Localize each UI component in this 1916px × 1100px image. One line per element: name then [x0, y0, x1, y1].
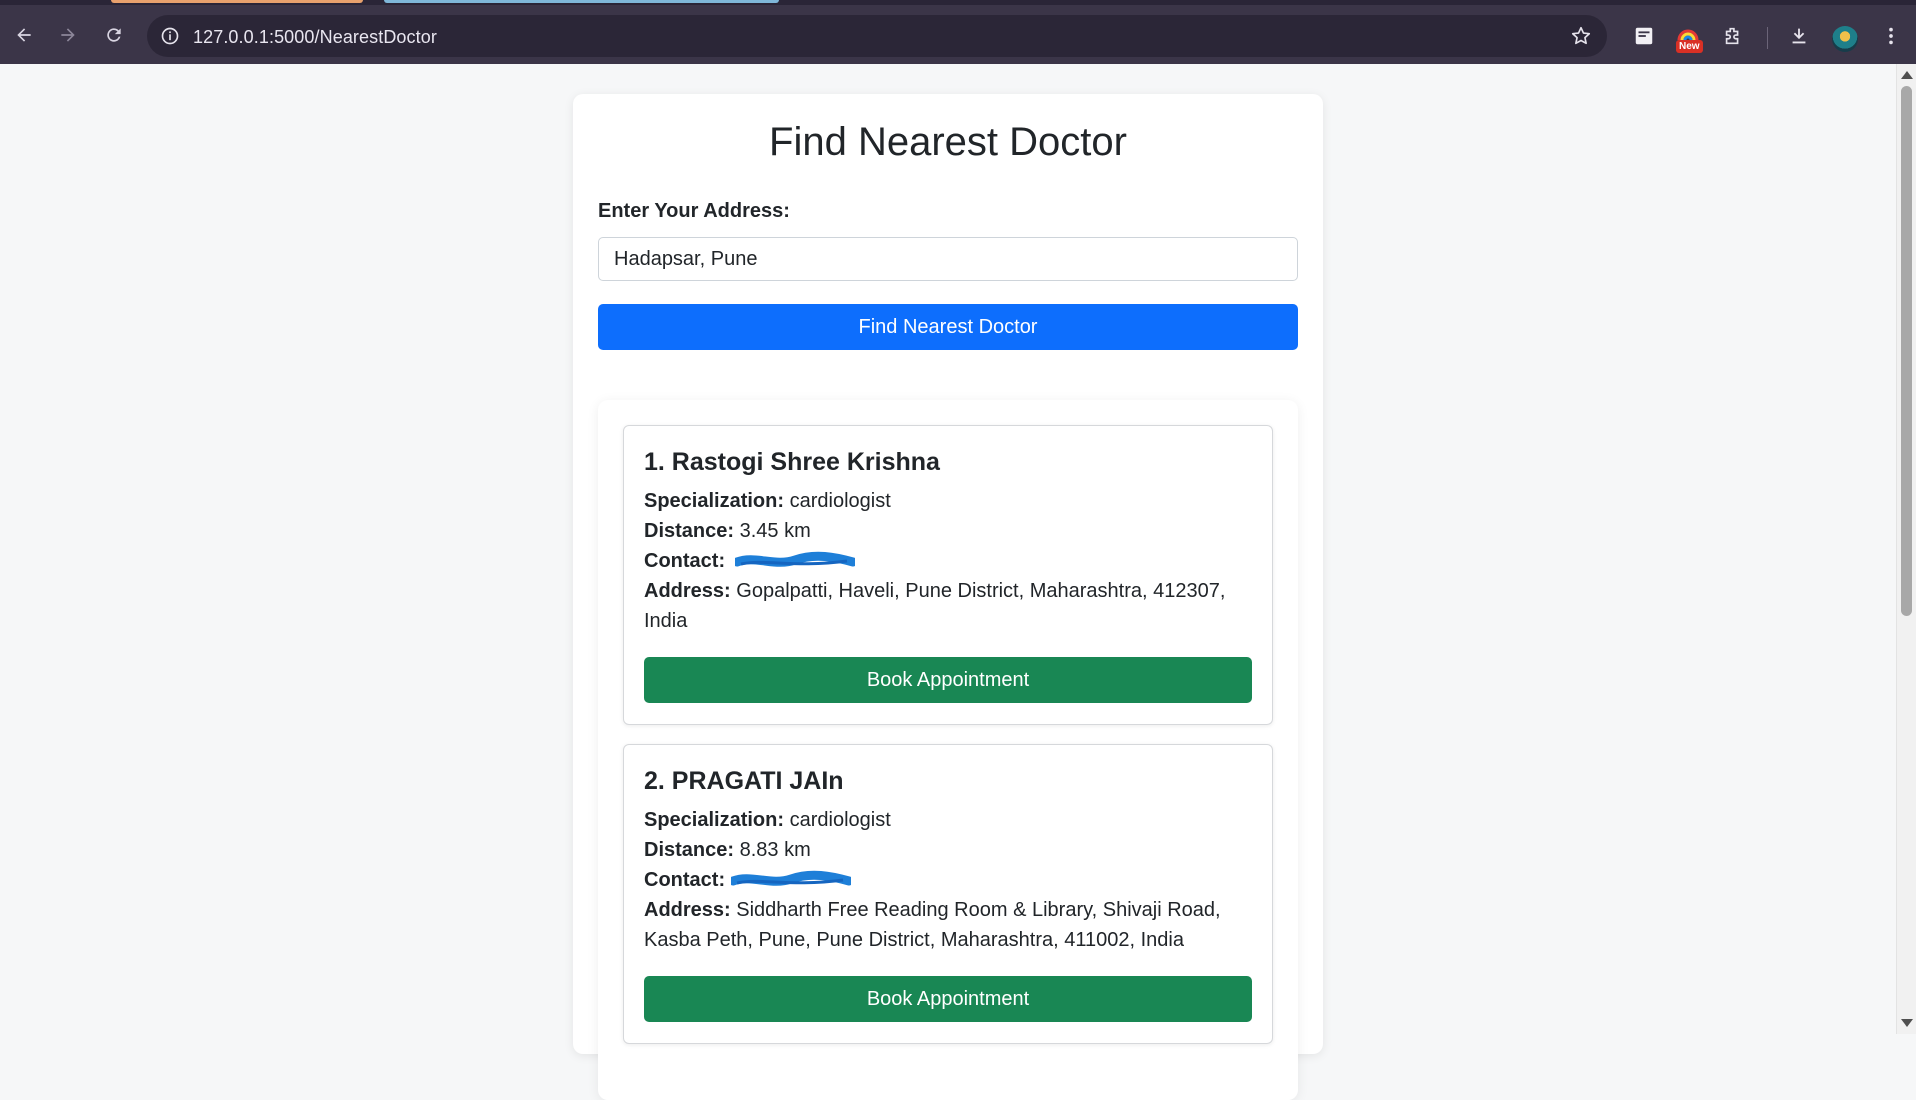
distance-row: Distance: 8.83 km: [644, 835, 1244, 865]
contact-row: Contact:: [644, 865, 1244, 895]
back-icon[interactable]: [8, 19, 40, 51]
contact-label: Contact:: [644, 869, 726, 891]
page-title: Find Nearest Doctor: [769, 120, 1127, 164]
distance-value: 8.83 km: [739, 839, 811, 861]
reload-icon[interactable]: [98, 19, 130, 51]
redacted-contact: [730, 870, 851, 888]
specialization-value: cardiologist: [789, 809, 891, 831]
address-label: Enter Your Address:: [598, 200, 790, 222]
distance-value: 3.45 km: [739, 520, 811, 542]
menu-kebab-icon[interactable]: [1877, 22, 1905, 50]
distance-label: Distance:: [644, 839, 735, 861]
tab-indicator[interactable]: [111, 0, 363, 3]
address-row: Address: Siddharth Free Reading Room & L…: [644, 895, 1244, 955]
specialization-label: Specialization:: [644, 809, 785, 831]
new-badge: New: [1676, 40, 1703, 53]
distance-label: Distance:: [644, 520, 735, 542]
extensions-puzzle-icon[interactable]: [1719, 22, 1747, 50]
download-icon[interactable]: [1785, 22, 1813, 50]
doctor-name: 1. Rastogi Shree Krishna: [644, 448, 940, 476]
address-bar[interactable]: 127.0.0.1:5000/NearestDoctor: [147, 15, 1607, 57]
book-appointment-button[interactable]: Book Appointment: [644, 657, 1252, 703]
profile-avatar[interactable]: [1832, 26, 1858, 52]
tab-indicator-active[interactable]: [384, 0, 779, 3]
site-info-icon[interactable]: [158, 24, 182, 48]
forward-icon[interactable]: [52, 19, 84, 51]
contact-label: Contact:: [644, 550, 726, 572]
specialization-label: Specialization:: [644, 490, 785, 512]
address-value: Gopalpatti, Haveli, Pune District, Mahar…: [644, 580, 1226, 632]
scrollbar-thumb[interactable]: [1901, 86, 1912, 616]
page-scrollbar[interactable]: [1896, 64, 1916, 1034]
url-text[interactable]: 127.0.0.1:5000/NearestDoctor: [193, 27, 437, 48]
find-nearest-doctor-button[interactable]: Find Nearest Doctor: [598, 304, 1298, 350]
distance-row: Distance: 3.45 km: [644, 516, 1244, 546]
browser-toolbar: 127.0.0.1:5000/NearestDoctor New: [0, 5, 1916, 64]
redacted-contact: [734, 551, 855, 569]
toolbar-divider: [1767, 27, 1768, 49]
specialization-row: Specialization: cardiologist: [644, 805, 1244, 835]
main-container: Find Nearest Doctor Enter Your Address: …: [573, 94, 1323, 1100]
results-panel: 1. Rastogi Shree Krishna Specialization:…: [598, 400, 1298, 1100]
reading-list-icon[interactable]: [1630, 22, 1658, 50]
address-input[interactable]: [598, 237, 1298, 281]
doctor-name: 2. PRAGATI JAIn: [644, 767, 844, 795]
contact-row: Contact:: [644, 546, 1244, 576]
bookmark-star-icon[interactable]: [1569, 24, 1593, 48]
address-label-text: Address:: [644, 899, 731, 921]
address-value: Siddharth Free Reading Room & Library, S…: [644, 899, 1221, 951]
specialization-row: Specialization: cardiologist: [644, 486, 1244, 516]
doctor-card: 1. Rastogi Shree Krishna Specialization:…: [623, 425, 1273, 725]
address-label-text: Address:: [644, 580, 731, 602]
book-appointment-button[interactable]: Book Appointment: [644, 976, 1252, 1022]
doctor-card: 2. PRAGATI JAIn Specialization: cardiolo…: [623, 744, 1273, 1044]
scroll-down-arrow-icon[interactable]: [1901, 1019, 1913, 1027]
address-row: Address: Gopalpatti, Haveli, Pune Distri…: [644, 576, 1244, 636]
specialization-value: cardiologist: [789, 490, 891, 512]
scroll-up-arrow-icon[interactable]: [1901, 71, 1913, 79]
